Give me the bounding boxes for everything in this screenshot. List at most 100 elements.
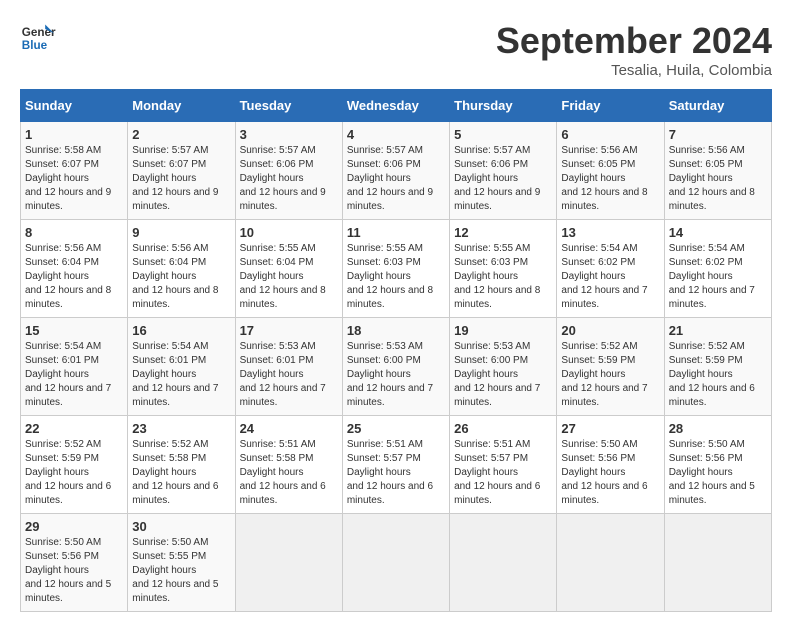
day-info: Sunrise: 5:56 AMSunset: 6:04 PMDaylight … [25,243,111,310]
week-row-1: 1 Sunrise: 5:58 AMSunset: 6:07 PMDayligh… [21,122,772,220]
day-info: Sunrise: 5:50 AMSunset: 5:56 PMDaylight … [669,439,755,506]
calendar-cell: 19 Sunrise: 5:53 AMSunset: 6:00 PMDaylig… [450,318,557,416]
calendar-cell: 14 Sunrise: 5:54 AMSunset: 6:02 PMDaylig… [664,220,771,318]
day-number: 12 [454,225,552,240]
day-number: 15 [25,323,123,338]
calendar-cell: 7 Sunrise: 5:56 AMSunset: 6:05 PMDayligh… [664,122,771,220]
day-number: 8 [25,225,123,240]
day-info: Sunrise: 5:55 AMSunset: 6:04 PMDaylight … [240,243,326,310]
day-info: Sunrise: 5:56 AMSunset: 6:05 PMDaylight … [669,145,755,212]
day-info: Sunrise: 5:53 AMSunset: 6:01 PMDaylight … [240,341,326,408]
week-row-3: 15 Sunrise: 5:54 AMSunset: 6:01 PMDaylig… [21,318,772,416]
calendar-cell: 16 Sunrise: 5:54 AMSunset: 6:01 PMDaylig… [128,318,235,416]
day-info: Sunrise: 5:54 AMSunset: 6:01 PMDaylight … [25,341,111,408]
day-info: Sunrise: 5:52 AMSunset: 5:58 PMDaylight … [132,439,218,506]
day-number: 26 [454,421,552,436]
calendar-cell: 17 Sunrise: 5:53 AMSunset: 6:01 PMDaylig… [235,318,342,416]
header-row: SundayMondayTuesdayWednesdayThursdayFrid… [21,90,772,122]
calendar-cell: 23 Sunrise: 5:52 AMSunset: 5:58 PMDaylig… [128,416,235,514]
calendar-cell: 20 Sunrise: 5:52 AMSunset: 5:59 PMDaylig… [557,318,664,416]
day-info: Sunrise: 5:51 AMSunset: 5:58 PMDaylight … [240,439,326,506]
col-header-saturday: Saturday [664,90,771,122]
day-info: Sunrise: 5:51 AMSunset: 5:57 PMDaylight … [347,439,433,506]
calendar-cell [664,514,771,612]
week-row-2: 8 Sunrise: 5:56 AMSunset: 6:04 PMDayligh… [21,220,772,318]
svg-text:Blue: Blue [22,39,48,52]
day-info: Sunrise: 5:52 AMSunset: 5:59 PMDaylight … [25,439,111,506]
calendar-cell: 13 Sunrise: 5:54 AMSunset: 6:02 PMDaylig… [557,220,664,318]
day-info: Sunrise: 5:57 AMSunset: 6:06 PMDaylight … [454,145,540,212]
day-number: 4 [347,127,445,142]
logo: General Blue [20,20,56,56]
calendar-cell: 4 Sunrise: 5:57 AMSunset: 6:06 PMDayligh… [342,122,449,220]
day-number: 20 [561,323,659,338]
day-info: Sunrise: 5:52 AMSunset: 5:59 PMDaylight … [561,341,647,408]
col-header-tuesday: Tuesday [235,90,342,122]
col-header-thursday: Thursday [450,90,557,122]
calendar-cell: 5 Sunrise: 5:57 AMSunset: 6:06 PMDayligh… [450,122,557,220]
day-number: 25 [347,421,445,436]
col-header-friday: Friday [557,90,664,122]
calendar-cell: 22 Sunrise: 5:52 AMSunset: 5:59 PMDaylig… [21,416,128,514]
col-header-sunday: Sunday [21,90,128,122]
day-info: Sunrise: 5:56 AMSunset: 6:05 PMDaylight … [561,145,647,212]
day-info: Sunrise: 5:50 AMSunset: 5:56 PMDaylight … [561,439,647,506]
day-number: 13 [561,225,659,240]
calendar-cell: 30 Sunrise: 5:50 AMSunset: 5:55 PMDaylig… [128,514,235,612]
day-info: Sunrise: 5:57 AMSunset: 6:06 PMDaylight … [240,145,326,212]
day-number: 30 [132,519,230,534]
calendar-table: SundayMondayTuesdayWednesdayThursdayFrid… [20,89,772,612]
day-number: 10 [240,225,338,240]
day-number: 9 [132,225,230,240]
day-info: Sunrise: 5:54 AMSunset: 6:02 PMDaylight … [561,243,647,310]
calendar-cell: 21 Sunrise: 5:52 AMSunset: 5:59 PMDaylig… [664,318,771,416]
day-number: 19 [454,323,552,338]
calendar-cell: 9 Sunrise: 5:56 AMSunset: 6:04 PMDayligh… [128,220,235,318]
day-number: 14 [669,225,767,240]
day-info: Sunrise: 5:51 AMSunset: 5:57 PMDaylight … [454,439,540,506]
day-number: 27 [561,421,659,436]
day-info: Sunrise: 5:57 AMSunset: 6:07 PMDaylight … [132,145,218,212]
calendar-cell: 3 Sunrise: 5:57 AMSunset: 6:06 PMDayligh… [235,122,342,220]
day-info: Sunrise: 5:54 AMSunset: 6:02 PMDaylight … [669,243,755,310]
title-block: September 2024 Tesalia, Huila, Colombia [496,20,772,79]
col-header-monday: Monday [128,90,235,122]
day-number: 17 [240,323,338,338]
calendar-cell: 27 Sunrise: 5:50 AMSunset: 5:56 PMDaylig… [557,416,664,514]
day-info: Sunrise: 5:56 AMSunset: 6:04 PMDaylight … [132,243,218,310]
calendar-cell: 2 Sunrise: 5:57 AMSunset: 6:07 PMDayligh… [128,122,235,220]
day-info: Sunrise: 5:53 AMSunset: 6:00 PMDaylight … [454,341,540,408]
day-info: Sunrise: 5:50 AMSunset: 5:56 PMDaylight … [25,537,111,604]
calendar-cell: 18 Sunrise: 5:53 AMSunset: 6:00 PMDaylig… [342,318,449,416]
day-number: 5 [454,127,552,142]
calendar-cell [342,514,449,612]
calendar-cell [557,514,664,612]
day-info: Sunrise: 5:52 AMSunset: 5:59 PMDaylight … [669,341,755,408]
day-number: 3 [240,127,338,142]
day-info: Sunrise: 5:58 AMSunset: 6:07 PMDaylight … [25,145,111,212]
day-info: Sunrise: 5:55 AMSunset: 6:03 PMDaylight … [454,243,540,310]
calendar-cell: 15 Sunrise: 5:54 AMSunset: 6:01 PMDaylig… [21,318,128,416]
calendar-cell [235,514,342,612]
day-number: 16 [132,323,230,338]
calendar-cell: 24 Sunrise: 5:51 AMSunset: 5:58 PMDaylig… [235,416,342,514]
day-info: Sunrise: 5:54 AMSunset: 6:01 PMDaylight … [132,341,218,408]
day-info: Sunrise: 5:50 AMSunset: 5:55 PMDaylight … [132,537,218,604]
day-number: 24 [240,421,338,436]
day-info: Sunrise: 5:57 AMSunset: 6:06 PMDaylight … [347,145,433,212]
day-number: 29 [25,519,123,534]
calendar-cell: 10 Sunrise: 5:55 AMSunset: 6:04 PMDaylig… [235,220,342,318]
day-number: 28 [669,421,767,436]
calendar-cell: 28 Sunrise: 5:50 AMSunset: 5:56 PMDaylig… [664,416,771,514]
logo-icon: General Blue [20,20,56,56]
calendar-cell: 1 Sunrise: 5:58 AMSunset: 6:07 PMDayligh… [21,122,128,220]
calendar-cell: 11 Sunrise: 5:55 AMSunset: 6:03 PMDaylig… [342,220,449,318]
day-number: 11 [347,225,445,240]
page-header: General Blue September 2024 Tesalia, Hui… [20,20,772,79]
week-row-4: 22 Sunrise: 5:52 AMSunset: 5:59 PMDaylig… [21,416,772,514]
day-number: 23 [132,421,230,436]
day-info: Sunrise: 5:53 AMSunset: 6:00 PMDaylight … [347,341,433,408]
calendar-cell [450,514,557,612]
calendar-cell: 25 Sunrise: 5:51 AMSunset: 5:57 PMDaylig… [342,416,449,514]
month-title: September 2024 [496,20,772,62]
